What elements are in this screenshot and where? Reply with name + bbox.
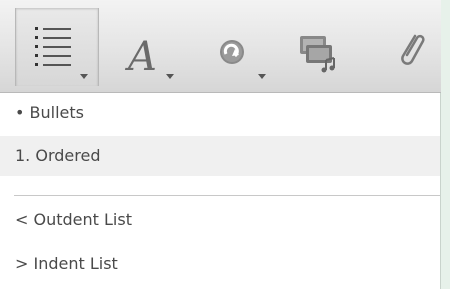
- menu-item-indent-list[interactable]: > Indent List: [0, 244, 440, 284]
- editor-panel: A • Bullets 1. Ordered < Outdent List > …: [0, 0, 441, 289]
- chevron-down-icon: [166, 74, 174, 79]
- formatting-toolbar: A: [0, 0, 441, 93]
- link-button[interactable]: [208, 8, 274, 86]
- text-style-button[interactable]: A: [118, 8, 188, 86]
- menu-divider: [14, 195, 440, 196]
- paperclip-icon: [401, 34, 425, 65]
- text-style-icon: A: [124, 34, 157, 80]
- list-format-button[interactable]: [15, 8, 99, 86]
- insert-media-button[interactable]: [290, 8, 352, 86]
- list-format-menu: • Bullets 1. Ordered < Outdent List > In…: [0, 93, 440, 289]
- menu-item-ordered[interactable]: 1. Ordered: [0, 136, 440, 176]
- insert-media-icon: [300, 36, 335, 73]
- attach-button[interactable]: [385, 8, 437, 86]
- chevron-down-icon: [80, 74, 88, 79]
- menu-item-outdent-list[interactable]: < Outdent List: [0, 200, 440, 240]
- chevron-down-icon: [258, 74, 266, 79]
- menu-item-bullets[interactable]: • Bullets: [0, 93, 440, 133]
- text-style-glyph: A: [124, 34, 157, 80]
